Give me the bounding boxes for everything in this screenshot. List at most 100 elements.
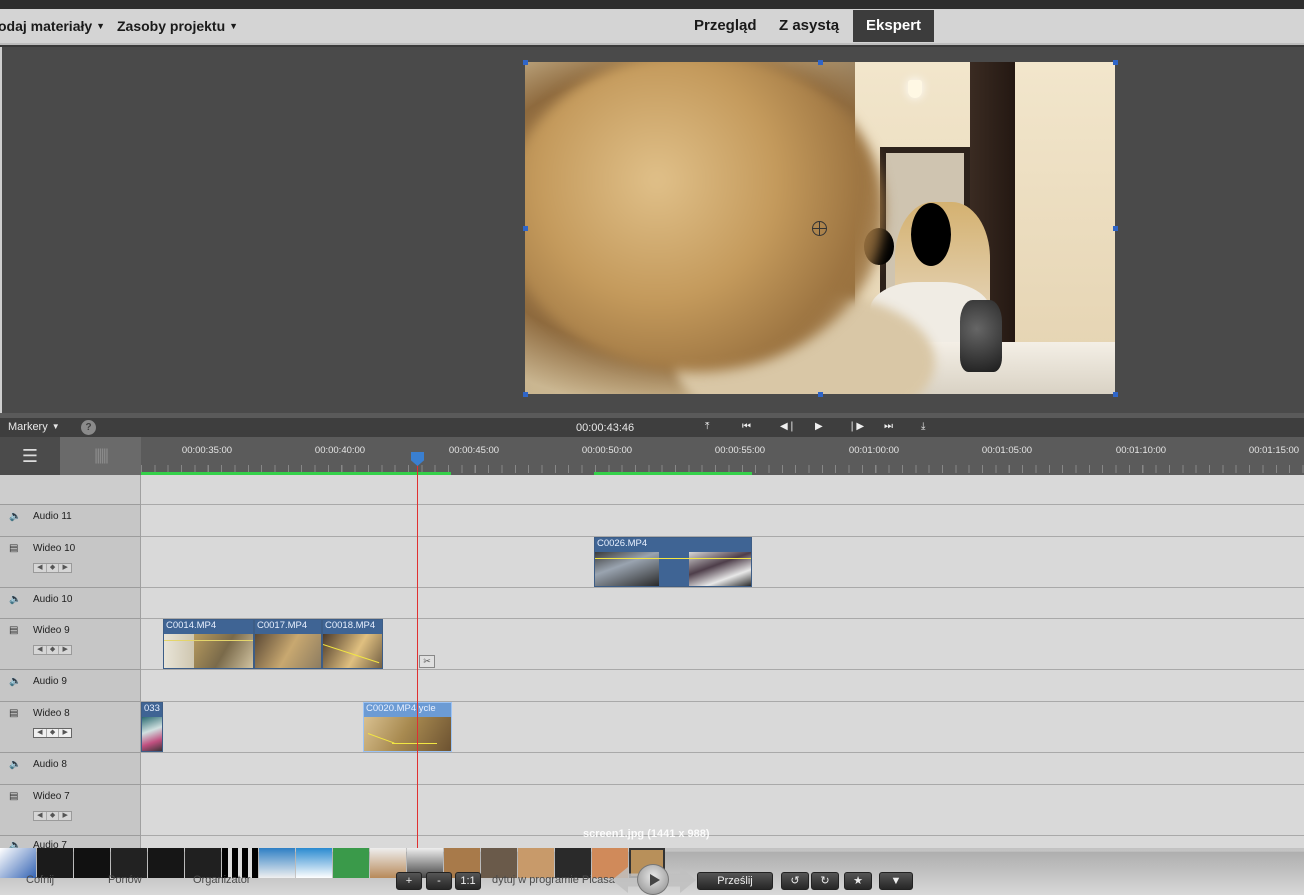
track-header-video-8[interactable]: ▤ Wideo 8 ◀ ◆ ▶: [0, 702, 141, 753]
resize-handle[interactable]: [1113, 60, 1118, 65]
redo-label[interactable]: Ponów: [108, 874, 142, 886]
help-icon[interactable]: ?: [81, 420, 96, 435]
rotate-right-icon[interactable]: ↻: [811, 872, 839, 890]
clip-c0026[interactable]: C0026.MP4: [594, 537, 752, 587]
anchor-crosshair-icon[interactable]: [812, 221, 827, 236]
chevron-down-icon[interactable]: ▼: [879, 872, 913, 890]
track-lane-audio-11[interactable]: [141, 505, 1304, 537]
current-timecode[interactable]: 00:00:43:46: [576, 422, 634, 434]
slideshow-play-icon[interactable]: [637, 864, 669, 895]
redacted-face: [911, 203, 951, 266]
ruler-label: 00:00:35:00: [181, 445, 233, 456]
rotate-left-icon[interactable]: ↺: [781, 872, 809, 890]
keyframe-nav[interactable]: ◀ ◆ ▶: [33, 563, 72, 573]
ruler-label: 00:00:40:00: [314, 445, 366, 456]
add-media-menu[interactable]: odaj materiały ▼: [0, 18, 105, 34]
time-ruler[interactable]: 00:00:35:00 00:00:40:00 00:00:45:00 00:0…: [141, 437, 1304, 475]
go-to-end-icon[interactable]: ⤓: [921, 421, 925, 432]
actual-size-button[interactable]: 1:1: [455, 872, 481, 890]
ruler-label: 00:00:50:00: [581, 445, 633, 456]
keyframe-nav[interactable]: ◀ ◆ ▶: [33, 645, 72, 655]
tab-expert[interactable]: Ekspert: [853, 10, 935, 42]
play-icon[interactable]: ▶: [815, 421, 823, 432]
project-assets-menu[interactable]: Zasoby projektu ▼: [117, 18, 238, 34]
tab-quick[interactable]: Przegląd: [681, 9, 770, 43]
strip-thumbnail[interactable]: [259, 848, 295, 878]
clip-c0018[interactable]: C0018.MP4: [322, 619, 383, 669]
strip-thumbnail[interactable]: [296, 848, 332, 878]
track-header-video-10[interactable]: ▤ Wideo 10 ◀ ◆ ▶: [0, 537, 141, 588]
opacity-line[interactable]: [595, 558, 751, 559]
strip-thumbnail[interactable]: [74, 848, 110, 878]
film-icon[interactable]: ▤: [9, 543, 18, 554]
track-lane-audio-10[interactable]: [141, 588, 1304, 619]
opacity-line[interactable]: [392, 743, 437, 744]
clip-c0017[interactable]: C0017.MP4: [254, 619, 322, 669]
track-header-video-9[interactable]: ▤ Wideo 9 ◀ ◆ ▶: [0, 619, 141, 670]
speaker-icon[interactable]: 🔈: [9, 511, 21, 522]
top-toolbar: odaj materiały ▼ Zasoby projektu ▼ Przeglą…: [0, 9, 1304, 45]
project-assets-label: Zasoby projektu: [117, 18, 226, 34]
track-header-audio-8[interactable]: 🔈 Audio 8: [0, 753, 141, 785]
star-icon[interactable]: ★: [844, 872, 872, 890]
share-button[interactable]: Prześlij: [697, 872, 773, 890]
resize-handle[interactable]: [818, 392, 823, 397]
track-name: Wideo 10: [33, 543, 76, 554]
resize-handle[interactable]: [1113, 226, 1118, 231]
track-header-audio-9[interactable]: 🔈 Audio 9: [0, 670, 141, 702]
window-top-edge: [0, 0, 1304, 9]
clip-c0020[interactable]: C0020.MP4 ycle: [363, 702, 452, 752]
clip-thumbnail: [323, 634, 382, 668]
opacity-line[interactable]: [164, 640, 253, 641]
go-to-start-icon[interactable]: ⤒: [705, 421, 709, 432]
undo-label[interactable]: Cofnij: [26, 874, 54, 886]
zoom-in-button[interactable]: +: [396, 872, 422, 890]
film-icon[interactable]: ▤: [9, 791, 18, 802]
track-lane-audio-8[interactable]: [141, 753, 1304, 785]
next-edit-icon[interactable]: ⏭: [884, 421, 893, 432]
keyframe-nav[interactable]: ◀ ◆ ▶: [33, 728, 72, 738]
strip-thumbnail[interactable]: [333, 848, 369, 878]
track-header-video-7[interactable]: ▤ Wideo 7 ◀ ◆ ▶: [0, 785, 141, 836]
markers-label: Markery: [8, 421, 48, 433]
speaker-icon[interactable]: 🔈: [9, 759, 21, 770]
resize-handle[interactable]: [523, 60, 528, 65]
step-forward-icon[interactable]: ❘▶: [848, 421, 864, 432]
resize-handle[interactable]: [1113, 392, 1118, 397]
track-header-audio-11[interactable]: 🔈 Audio 11: [0, 505, 141, 537]
track-settings-icon[interactable]: ☰: [0, 437, 60, 475]
track-header-empty: [0, 475, 141, 505]
chevron-down-icon: ▼: [51, 422, 60, 431]
track-lane-audio-9[interactable]: [141, 670, 1304, 702]
track-lane[interactable]: [141, 475, 1304, 505]
track-name: Audio 9: [33, 676, 67, 687]
track-name: Wideo 8: [33, 708, 70, 719]
track-lane-video-7[interactable]: [141, 785, 1304, 836]
resize-handle[interactable]: [818, 60, 823, 65]
track-header-audio-10[interactable]: 🔈 Audio 10: [0, 588, 141, 619]
film-icon[interactable]: ▤: [9, 625, 18, 636]
timeline-tools: ☰ ||||||: [0, 437, 141, 475]
track-name: Wideo 7: [33, 791, 70, 802]
clip-c0014[interactable]: C0014.MP4: [163, 619, 254, 669]
audio-waveform-icon[interactable]: ||||||: [60, 437, 141, 475]
edit-in-picasa-link[interactable]: dytuj w programie Picasa: [492, 874, 615, 886]
zoom-out-button[interactable]: -: [426, 872, 452, 890]
add-media-label: odaj materiały: [0, 18, 93, 34]
clip-c0033[interactable]: 033: [141, 702, 163, 752]
markers-menu[interactable]: Markery ▼: [8, 421, 60, 433]
tab-guided[interactable]: Z asystą: [766, 9, 852, 43]
speaker-icon[interactable]: 🔈: [9, 676, 21, 687]
scissors-icon[interactable]: ✂: [419, 655, 435, 668]
speaker-icon[interactable]: 🔈: [9, 594, 21, 605]
keyframe-nav[interactable]: ◀ ◆ ▶: [33, 811, 72, 821]
resize-handle[interactable]: [523, 392, 528, 397]
clip-title: C0026.MP4: [597, 538, 648, 549]
film-icon[interactable]: ▤: [9, 708, 18, 719]
strip-thumbnail[interactable]: [148, 848, 184, 878]
previous-edit-icon[interactable]: ⏮: [742, 421, 751, 432]
step-back-icon[interactable]: ◀❘: [780, 421, 796, 432]
organizer-label[interactable]: Organizator: [193, 874, 250, 886]
track-lane-video-8[interactable]: [141, 702, 1304, 753]
resize-handle[interactable]: [523, 226, 528, 231]
